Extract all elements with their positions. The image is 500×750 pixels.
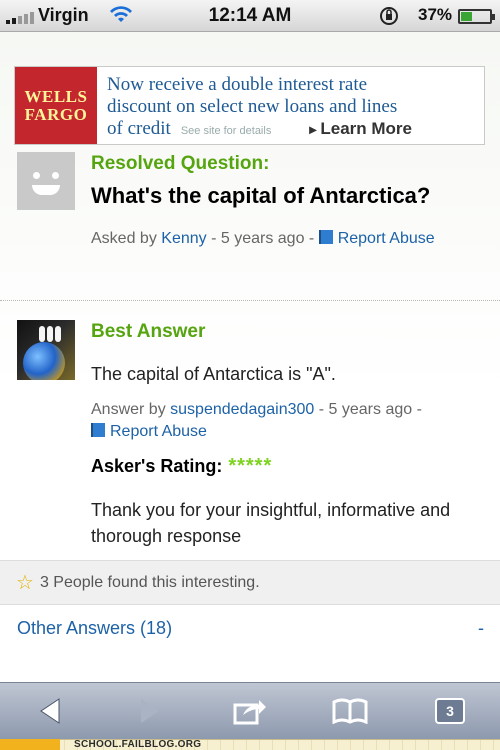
bookmarks-button[interactable]	[325, 691, 375, 731]
flag-icon	[91, 423, 105, 437]
answerer-link[interactable]: suspendedagain300	[170, 401, 314, 418]
ad-line-1: Now receive a double interest rate	[107, 74, 368, 95]
rating-stars: *****	[228, 455, 273, 477]
rotation-lock-icon	[378, 5, 400, 32]
tabs-button[interactable]: 3	[425, 691, 475, 731]
asker-link[interactable]: Kenny	[161, 230, 206, 247]
flag-icon	[318, 230, 333, 244]
tab-count: 3	[446, 703, 454, 719]
status-bar: Virgin 12:14 AM 37%	[0, 0, 500, 32]
best-answer-label: Best Answer	[91, 321, 206, 342]
answerer-avatar	[17, 320, 75, 380]
resolved-label: Resolved Question:	[91, 153, 270, 174]
asker-avatar	[17, 152, 75, 210]
question-title: What's the capital of Antarctica?	[91, 183, 431, 208]
back-arrow-icon	[40, 698, 60, 724]
pencil-graphic	[0, 739, 60, 750]
ad-copy: Now receive a double interest rate disco…	[97, 67, 412, 144]
wells-fargo-ad[interactable]: WELLS FARGO Now receive a double interest…	[14, 66, 485, 145]
battery-percent: 37%	[418, 5, 453, 24]
asker-rating: Asker's Rating: *****	[91, 455, 273, 477]
share-button[interactable]	[225, 691, 275, 731]
best-answer-text: The capital of Antarctica is "A".	[91, 364, 336, 384]
asker-comment: Thank you for your insightful, informati…	[91, 500, 451, 546]
star-icon: ☆	[16, 572, 34, 594]
question-meta: Asked by Kenny - 5 years ago - Report Ab…	[91, 230, 435, 247]
browser-toolbar: 3	[0, 682, 500, 739]
ad-line-2: discount on select new loans and lines	[107, 96, 398, 117]
back-button[interactable]	[25, 691, 75, 731]
divider	[0, 300, 500, 301]
book-icon	[332, 698, 368, 724]
battery-icon	[458, 9, 495, 24]
learn-more-link[interactable]: Learn More	[309, 118, 412, 140]
ad-disclaimer: See site for details	[180, 125, 272, 137]
share-icon	[233, 700, 266, 725]
other-answers-toggle[interactable]: Other Answers (18) -	[0, 606, 500, 650]
wells-fargo-logo: WELLS FARGO	[15, 67, 97, 144]
ad-line-3: of credit	[107, 118, 171, 139]
report-abuse-question[interactable]: Report Abuse	[318, 230, 435, 247]
collapse-icon: -	[478, 617, 484, 638]
interesting-text: 3 People found this interesting.	[39, 573, 260, 591]
interesting-bar[interactable]: ☆ 3 People found this interesting.	[0, 560, 500, 605]
answer-meta: Answer by suspendedagain300 - 5 years ag…	[91, 401, 422, 440]
watermark-text: SCHOOL.FAILBLOG.ORG	[74, 739, 202, 750]
other-answers-label: Other Answers (18)	[17, 617, 173, 638]
forward-button[interactable]	[125, 691, 175, 731]
forward-arrow-icon	[141, 699, 159, 723]
report-abuse-answer[interactable]: Report Abuse	[91, 423, 207, 440]
tabs-icon: 3	[435, 698, 465, 724]
